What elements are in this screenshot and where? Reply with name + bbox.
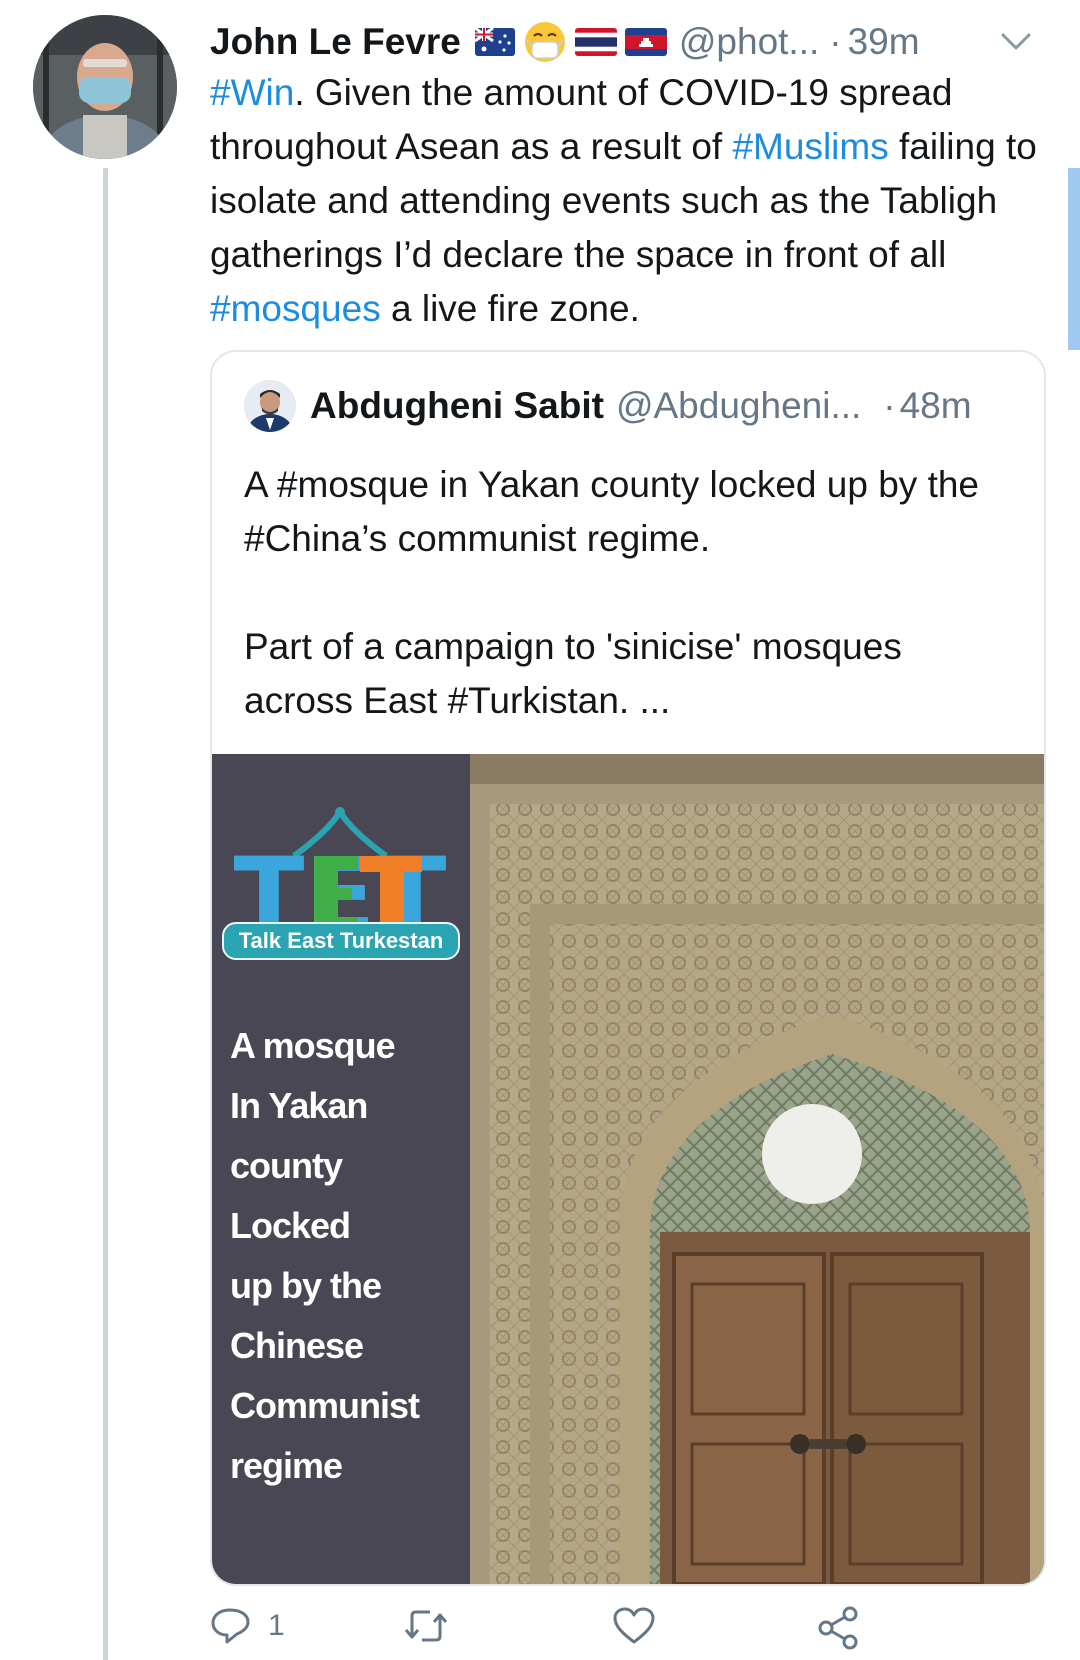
- overlay-line: Locked: [230, 1205, 351, 1246]
- author-flags: [474, 20, 667, 64]
- reply-icon[interactable]: [210, 1606, 252, 1646]
- hashtag-link[interactable]: #Muslims: [732, 126, 888, 167]
- reply-count: 1: [268, 1609, 285, 1642]
- quoted-author-avatar: [244, 380, 296, 432]
- quoted-tweet-card[interactable]: Abdugheni Sabit @Abdugheni... · 48m A #m…: [210, 350, 1046, 1586]
- hashtag-link[interactable]: #mosques: [210, 288, 381, 329]
- author-handle[interactable]: @phot...: [679, 21, 819, 63]
- overlay-line: regime: [230, 1445, 343, 1486]
- tet-logo-subtitle: Talk East Turkestan: [222, 922, 460, 960]
- retweet-action[interactable]: [402, 1606, 466, 1646]
- chevron-down-icon[interactable]: [1000, 32, 1032, 52]
- retweet-icon[interactable]: [402, 1606, 450, 1646]
- quoted-tweet-timestamp: 48m: [899, 385, 972, 426]
- tweet-header: John Le Fevre @phot... · 39m: [210, 18, 1040, 66]
- author-avatar[interactable]: [33, 15, 177, 159]
- share-icon[interactable]: [816, 1606, 860, 1650]
- australia-flag-icon: [474, 28, 515, 56]
- quoted-meta-separator: ·: [883, 385, 896, 426]
- quoted-paragraph: A #mosque in Yakan county locked up by t…: [244, 464, 980, 559]
- tweet-actions: 1: [210, 1606, 1040, 1660]
- hashtag-link[interactable]: #Win: [210, 72, 294, 113]
- overlay-line: A mosque: [230, 1025, 396, 1066]
- reply-action[interactable]: 1: [210, 1606, 285, 1646]
- tweet-text-segment: a live fire zone.: [380, 288, 640, 329]
- tweet-body: #Win. Given the amount of COVID-19 sprea…: [210, 66, 1040, 336]
- heart-icon[interactable]: [612, 1606, 656, 1646]
- share-action[interactable]: [816, 1606, 860, 1650]
- media-text-panel: TET Talk East Turkestan A mosque In Yaka…: [212, 754, 470, 1584]
- tweet-timestamp[interactable]: 39m: [848, 21, 920, 63]
- thailand-flag-icon: [574, 28, 617, 56]
- overlay-line: Communist: [230, 1385, 420, 1426]
- mosque-door-photo: [470, 754, 1044, 1584]
- meta-separator: ·: [829, 21, 842, 62]
- quoted-author-handle: @Abdugheni...: [615, 385, 862, 426]
- author-name[interactable]: John Le Fevre: [210, 21, 461, 63]
- scroll-indicator[interactable]: [1068, 168, 1080, 350]
- media-overlay-text: A mosque In Yakan county Locked up by th…: [230, 1016, 470, 1496]
- cambodia-flag-icon: [624, 28, 667, 56]
- quoted-tweet-body: A #mosque in Yakan county locked up by t…: [244, 458, 1014, 728]
- overlay-line: Chinese: [230, 1325, 364, 1366]
- quoted-tweet-header: Abdugheni Sabit @Abdugheni... · 48m: [244, 378, 972, 434]
- overlay-line: up by the: [230, 1265, 382, 1306]
- overlay-line: county: [230, 1145, 343, 1186]
- face-mask-emoji-icon: [524, 22, 565, 62]
- like-action[interactable]: [612, 1606, 672, 1646]
- quoted-author-name: Abdugheni Sabit: [310, 385, 604, 426]
- quoted-media-image[interactable]: TET Talk East Turkestan A mosque In Yaka…: [212, 754, 1044, 1584]
- thread-line: [103, 168, 108, 1660]
- quoted-paragraph: Part of a campaign to 'sinicise' mosques…: [244, 626, 902, 721]
- overlay-line: In Yakan: [230, 1085, 368, 1126]
